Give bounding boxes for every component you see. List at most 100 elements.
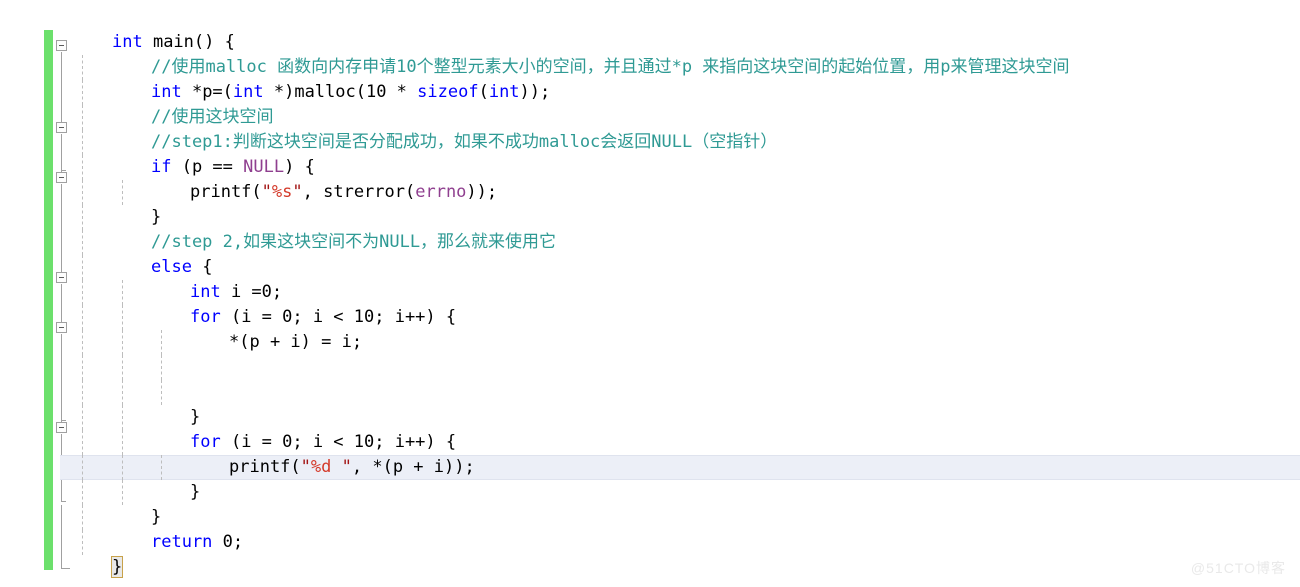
code-token: } — [151, 507, 162, 527]
code-token: printf( — [190, 182, 262, 202]
code-line-text: if (p == NULL) { — [112, 155, 315, 180]
indent-guide — [161, 355, 162, 380]
code-line[interactable]: } — [0, 405, 1300, 430]
indent-guide — [82, 230, 83, 255]
code-token: " — [261, 182, 272, 202]
code-line[interactable] — [0, 380, 1300, 405]
code-line[interactable]: for (i = 0; i < 10; i++) { — [0, 305, 1300, 330]
code-line-text: } — [112, 480, 200, 505]
code-line[interactable]: } — [0, 505, 1300, 530]
indent-guide — [82, 455, 83, 480]
indent-guide — [122, 355, 123, 380]
code-line-text: } — [112, 505, 161, 530]
code-line-text: return 0; — [112, 530, 243, 555]
code-line[interactable]: if (p == NULL) { — [0, 155, 1300, 180]
code-line-text: int main() { — [112, 30, 235, 55]
indent-guide — [82, 80, 83, 105]
indent-guide — [82, 405, 83, 430]
indent-guide — [82, 280, 83, 305]
indent-guide — [82, 130, 83, 155]
code-token: //step1:判断这块空间是否分配成功，如果不成功malloc会返回NULL（… — [151, 132, 778, 152]
code-text-area[interactable]: int main() {//使用malloc 函数向内存申请10个整型元素大小的… — [0, 30, 1300, 580]
code-line[interactable]: int *p=(int *)malloc(10 * sizeof(int)); — [0, 80, 1300, 105]
indent-guide — [82, 255, 83, 280]
code-line[interactable] — [0, 355, 1300, 380]
code-token: " — [292, 182, 303, 202]
indent-guide — [82, 330, 83, 355]
code-line[interactable]: } — [0, 555, 1300, 580]
code-token: //使用这块空间 — [151, 107, 274, 127]
code-token: for — [190, 432, 221, 452]
code-line[interactable]: printf("%d ", *(p + i)); — [0, 455, 1300, 480]
code-line[interactable]: //step 2,如果这块空间不为NULL，那么就来使用它 — [0, 230, 1300, 255]
code-line[interactable]: //使用这块空间 — [0, 105, 1300, 130]
code-token: int — [488, 82, 520, 102]
code-token: (i = 0; i < 10; i++) { — [220, 307, 457, 327]
code-line[interactable]: int i =0; — [0, 280, 1300, 305]
code-line-text: printf("%s", strerror(errno)); — [112, 180, 497, 205]
code-token: printf( — [229, 457, 301, 477]
code-line-text: //step 2,如果这块空间不为NULL，那么就来使用它 — [112, 230, 556, 255]
watermark-label: @51CTO博客 — [1190, 560, 1286, 576]
indent-guide — [82, 380, 83, 405]
code-token: 0; — [212, 532, 244, 552]
code-line-text: } — [112, 205, 161, 230]
code-line[interactable]: else { — [0, 255, 1300, 280]
code-token: " — [300, 457, 311, 477]
code-token: ) { — [284, 157, 315, 177]
indent-guide — [122, 380, 123, 405]
code-editor[interactable]: int main() {//使用malloc 函数向内存申请10个整型元素大小的… — [0, 0, 1300, 587]
code-token: *)malloc(10 * — [263, 82, 418, 102]
code-token: *p=( — [181, 82, 233, 102]
code-token: int — [232, 82, 264, 102]
code-token: { — [191, 257, 213, 277]
code-line[interactable]: *(p + i) = i; — [0, 330, 1300, 355]
code-token: } — [110, 556, 124, 578]
code-line-text: } — [112, 405, 200, 430]
code-token: )); — [466, 182, 498, 202]
code-token: , strerror( — [302, 182, 416, 202]
code-token: } — [190, 407, 201, 427]
code-token: (p == — [171, 157, 244, 177]
code-line[interactable]: } — [0, 480, 1300, 505]
code-token: return — [151, 532, 213, 552]
code-line-text: printf("%d ", *(p + i)); — [112, 455, 475, 480]
code-line-text: //使用这块空间 — [112, 105, 273, 130]
code-line[interactable]: //step1:判断这块空间是否分配成功，如果不成功malloc会返回NULL（… — [0, 130, 1300, 155]
code-token: main() { — [142, 32, 235, 52]
code-token: *(p + i) = i; — [229, 332, 363, 352]
indent-guide — [82, 155, 83, 180]
code-line-text: else { — [112, 255, 212, 280]
indent-guide — [82, 55, 83, 80]
code-token: (i = 0; i < 10; i++) { — [220, 432, 457, 452]
code-token: %s — [271, 182, 293, 202]
code-line[interactable]: //使用malloc 函数向内存申请10个整型元素大小的空间，并且通过*p 来指… — [0, 55, 1300, 80]
code-token: for — [190, 307, 221, 327]
indent-guide — [82, 530, 83, 555]
code-token: , *(p + i)); — [351, 457, 475, 477]
code-token: if — [151, 157, 172, 177]
code-token: int — [151, 82, 182, 102]
indent-guide — [82, 480, 83, 505]
indent-guide — [82, 505, 83, 530]
indent-guide — [82, 105, 83, 130]
code-token: int — [112, 32, 143, 52]
code-token: //step 2,如果这块空间不为NULL，那么就来使用它 — [151, 232, 557, 252]
indent-guide — [161, 380, 162, 405]
indent-guide — [82, 305, 83, 330]
code-line-text: } — [110, 555, 124, 580]
code-token: i =0; — [220, 282, 283, 302]
indent-guide — [82, 430, 83, 455]
code-line[interactable]: int main() { — [0, 30, 1300, 55]
code-line[interactable]: printf("%s", strerror(errno)); — [0, 180, 1300, 205]
code-token: %d — [310, 457, 342, 477]
code-line[interactable]: return 0; — [0, 530, 1300, 555]
code-line-text: int i =0; — [112, 280, 282, 305]
indent-guide — [82, 355, 83, 380]
code-token: sizeof — [417, 82, 479, 102]
code-line[interactable]: for (i = 0; i < 10; i++) { — [0, 430, 1300, 455]
code-token: } — [190, 482, 201, 502]
code-token: " — [341, 457, 352, 477]
code-token: else — [151, 257, 192, 277]
code-line[interactable]: } — [0, 205, 1300, 230]
